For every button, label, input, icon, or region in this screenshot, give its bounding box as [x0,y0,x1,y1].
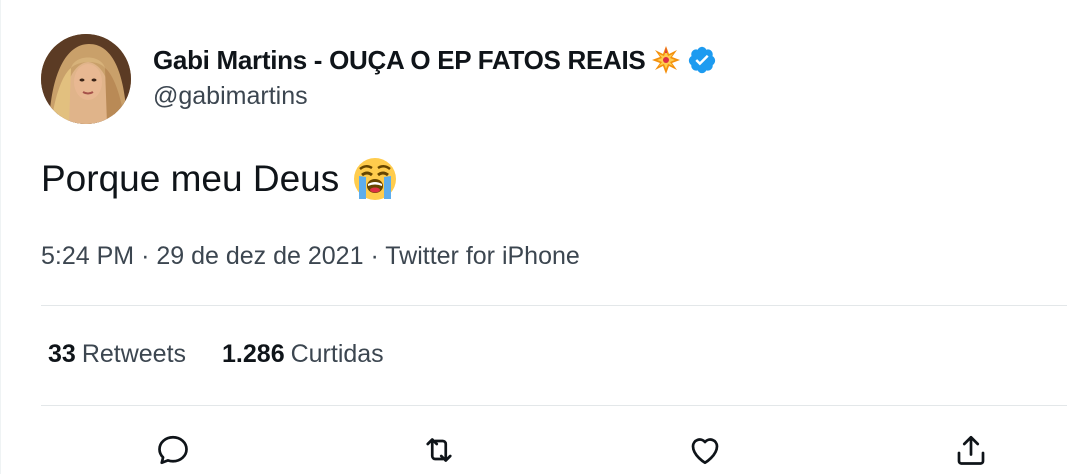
divider [41,305,1067,306]
retweet-button[interactable] [419,430,459,470]
tweet-meta: 5:24 PM · 29 de dez de 2021 · Twitter fo… [41,242,580,271]
author-handle[interactable]: @gabimartins [153,82,308,111]
loudly-crying-face-icon [351,155,399,203]
heart-icon [691,438,719,465]
verified-badge-icon [687,45,717,75]
share-icon [957,435,985,465]
tweet-stats: 33 Retweets 1.286 Curtidas [48,340,384,369]
tweet-timestamp[interactable]: 5:24 PM [41,242,134,270]
reply-icon [158,435,188,465]
avatar[interactable] [41,34,131,124]
tweet-text: Porque meu Deus [41,158,340,199]
tweet-date[interactable]: 29 de dez de 2021 [156,242,363,270]
tweet-card: Gabi Martins - OUÇA O EP FATOS REAIS @ga… [0,0,1067,474]
author-display-name[interactable]: Gabi Martins - OUÇA O EP FATOS REAIS [153,45,646,76]
divider [41,405,1067,406]
retweet-icon [426,438,452,462]
collision-icon [651,45,681,75]
meta-separator: · [141,242,150,270]
retweets-label: Retweets [81,340,187,368]
tweet-body: Porque meu Deus [41,155,399,203]
retweets-count: 33 [48,340,76,368]
likes-stat[interactable]: 1.286 Curtidas [222,340,384,369]
like-button[interactable] [685,430,725,470]
tweet-source[interactable]: Twitter for iPhone [385,242,580,270]
likes-label: Curtidas [290,340,384,368]
likes-count: 1.286 [222,340,285,368]
author-name-row[interactable]: Gabi Martins - OUÇA O EP FATOS REAIS [153,44,717,76]
avatar-photo-icon [41,34,131,124]
reply-button[interactable] [153,430,193,470]
retweets-stat[interactable]: 33 Retweets [48,340,186,369]
meta-separator: · [370,242,379,270]
share-button[interactable] [951,430,991,470]
